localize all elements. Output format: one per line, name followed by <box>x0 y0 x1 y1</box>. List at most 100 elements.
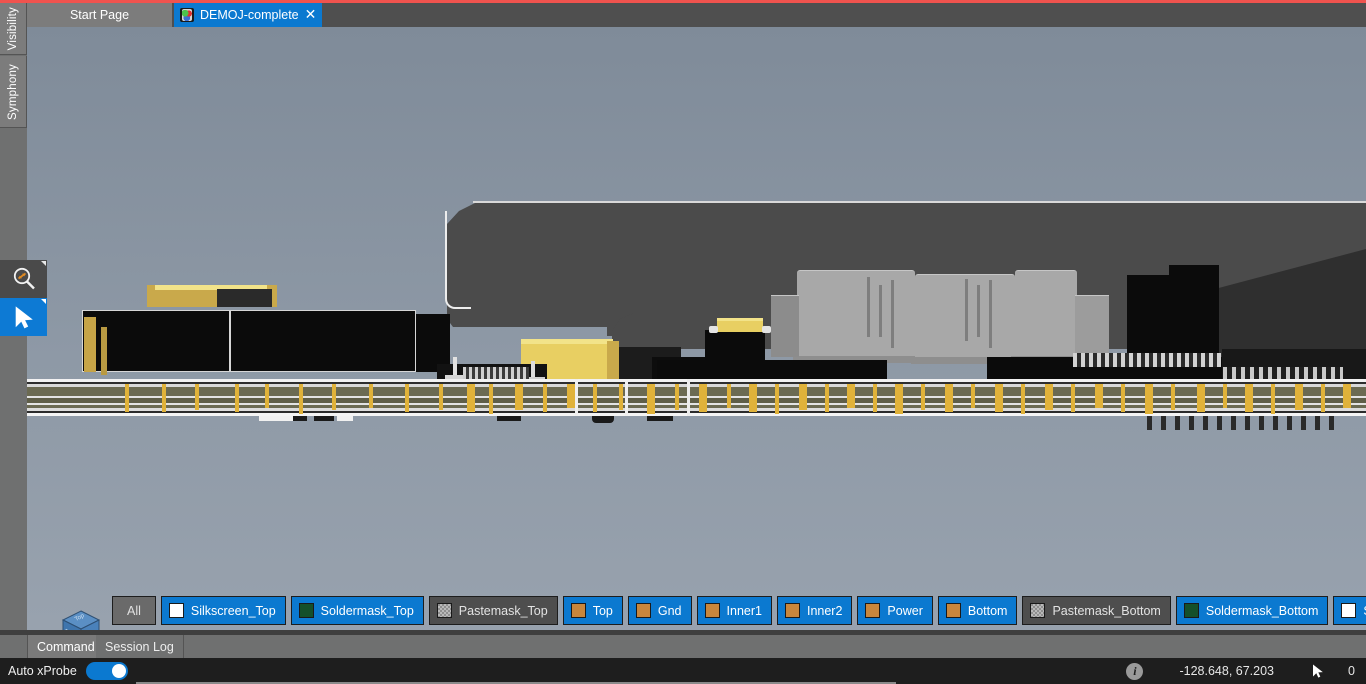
via <box>847 384 855 408</box>
component-gold-center-top <box>521 339 613 344</box>
via <box>1045 384 1053 410</box>
dock-tab-symphony-label: Symphony <box>7 63 19 120</box>
via <box>1071 384 1075 412</box>
via <box>995 384 1003 412</box>
layer-swatch <box>635 603 651 618</box>
layer-button-inner2[interactable]: Inner2 <box>776 596 853 625</box>
zoom-tool[interactable] <box>0 260 47 298</box>
via <box>895 384 903 414</box>
lead-comb-left <box>463 367 529 379</box>
shroud-left-edge-highlight <box>445 211 471 309</box>
via <box>727 384 731 408</box>
status-bar-right: i -128.648, 67.203 0 <box>1126 662 1366 680</box>
tab-start-page[interactable]: Start Page <box>27 3 172 27</box>
tab-command[interactable]: Command <box>27 635 105 658</box>
via <box>1321 384 1325 412</box>
chip-pad-right <box>762 326 771 333</box>
layer-button-gnd[interactable]: Gnd <box>627 596 692 625</box>
layer-label: Gnd <box>657 603 682 618</box>
ic-fin <box>867 277 870 337</box>
select-tool[interactable] <box>0 298 47 336</box>
auto-xprobe-toggle[interactable] <box>85 662 128 680</box>
layer-band-core-1 <box>27 387 1366 396</box>
bottom-pad <box>647 416 673 421</box>
selection-count: 0 <box>1348 664 1355 678</box>
tab-demoj-complete[interactable]: DEMOJ-complete ✕ <box>174 3 322 27</box>
layer-button-power[interactable]: Power <box>857 596 933 625</box>
layer-button-inner1[interactable]: Inner1 <box>696 596 772 625</box>
ic-pedestal-left <box>771 295 799 357</box>
bottom-pad <box>293 416 307 421</box>
via <box>1197 384 1205 412</box>
cursor-arrow-icon <box>1310 663 1326 679</box>
bottom-pad <box>259 416 293 421</box>
layer-swatch <box>945 603 961 618</box>
layer-button-soldermask-top[interactable]: Soldermask_Top <box>290 596 424 625</box>
3d-pcb-viewport[interactable]: Top Front Side <box>27 27 1366 630</box>
via <box>1121 384 1125 412</box>
layer-swatch <box>1030 603 1046 618</box>
layer-button-all[interactable]: All <box>112 596 156 625</box>
bottom-pad <box>314 416 334 421</box>
layer-label: Soldermask_Bottom <box>1205 603 1319 618</box>
layer-button-soldermask-bottom[interactable]: Soldermask_Bottom <box>1175 596 1329 625</box>
component-yellow-chip-top <box>717 318 763 321</box>
layer-button-all-label: All <box>127 603 141 618</box>
via <box>1095 384 1103 408</box>
board-seam <box>687 379 690 416</box>
layer-button-top[interactable]: Top <box>562 596 623 625</box>
component-gold-post-left <box>84 317 96 372</box>
via <box>567 384 575 408</box>
layer-button-silkscreen-top[interactable]: Silkscreen_Top <box>160 596 286 625</box>
close-icon[interactable]: ✕ <box>305 8 317 22</box>
layer-label: Pastemask_Top <box>458 603 548 618</box>
layer-swatch <box>298 603 314 618</box>
via <box>1223 384 1227 408</box>
via <box>1271 384 1275 414</box>
layer-label: Inner2 <box>806 603 843 618</box>
via <box>749 384 757 412</box>
ic-fin <box>977 285 980 337</box>
flyout-caret-icon[interactable] <box>41 261 46 266</box>
info-icon[interactable]: i <box>1126 662 1144 680</box>
view-cube[interactable]: Top Front Side <box>59 607 103 630</box>
bottom-pad <box>497 416 521 421</box>
via <box>125 384 129 412</box>
layer-button-pastemask-bottom[interactable]: Pastemask_Bottom <box>1022 596 1171 625</box>
board-seam <box>575 379 578 416</box>
via <box>265 384 269 408</box>
component-black-chip-body <box>705 330 765 364</box>
tab-session-log[interactable]: Session Log <box>96 635 184 658</box>
pcb-cube-icon <box>180 8 194 22</box>
layer-swatch <box>704 603 720 618</box>
flyout-caret-icon[interactable] <box>41 299 46 304</box>
layer-button-pastemask-top[interactable]: Pastemask_Top <box>428 596 558 625</box>
via <box>467 384 475 412</box>
layer-button-bottom[interactable]: Bottom <box>937 596 1018 625</box>
component-black-left-2 <box>230 310 416 372</box>
layer-button-silkscreen-bottom[interactable]: Silkscreen_Bottom <box>1333 596 1366 625</box>
chip-pad-left <box>709 326 718 333</box>
application-window: Start Page DEMOJ-complete ✕ Visibility S… <box>0 0 1366 684</box>
tool-palette <box>0 260 47 336</box>
bottom-lead-comb <box>1147 416 1337 430</box>
via <box>195 384 199 410</box>
via <box>945 384 953 412</box>
via <box>799 384 807 410</box>
via <box>299 384 303 414</box>
ic-fin <box>989 280 992 348</box>
via <box>439 384 443 410</box>
via <box>775 384 779 414</box>
dock-tab-symphony[interactable]: Symphony <box>0 56 27 128</box>
lead-comb-right <box>1073 353 1221 367</box>
via <box>543 384 547 412</box>
shroud-top-seam <box>473 201 1366 203</box>
layer-swatch <box>865 603 881 618</box>
dock-tab-visibility[interactable]: Visibility <box>0 3 27 55</box>
via <box>515 384 523 410</box>
via <box>873 384 877 412</box>
connector-block-right-2 <box>1169 265 1219 365</box>
layer-swatch <box>436 603 452 618</box>
via <box>1021 384 1025 414</box>
via <box>235 384 239 412</box>
